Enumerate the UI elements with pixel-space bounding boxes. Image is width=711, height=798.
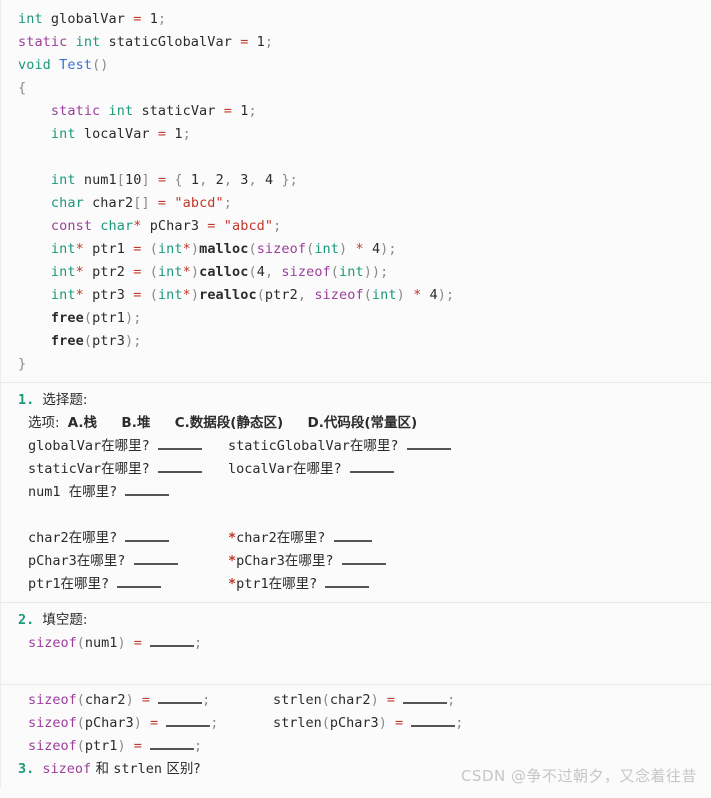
q1-row1-right-label: localVar在哪里? bbox=[228, 461, 342, 477]
code-line: int globalVar = 1; bbox=[18, 11, 167, 27]
q1-ptr0-left: char2在哪里? bbox=[28, 527, 228, 550]
question-1-pointer-row: pChar3在哪里? *pChar3在哪里? bbox=[1, 550, 711, 573]
code-line: int* ptr1 = (int*)malloc(sizeof(int) * 4… bbox=[50, 241, 397, 257]
question-1-pointer-row: char2在哪里? *char2在哪里? bbox=[1, 527, 711, 550]
answer-blank[interactable] bbox=[125, 484, 170, 496]
answer-blank[interactable] bbox=[341, 553, 386, 565]
answer-blank[interactable] bbox=[166, 715, 211, 727]
answer-blank[interactable] bbox=[158, 692, 203, 704]
code-line: int num1[10] = { 1, 2, 3, 4 }; bbox=[50, 172, 298, 188]
answer-blank[interactable] bbox=[117, 576, 162, 588]
question-2-row: sizeof(pChar3) = ; strlen(pChar3) = ; bbox=[1, 712, 711, 735]
q1-ptr1-left-label: pChar3在哪里? bbox=[28, 553, 126, 569]
q1-row0-left: globalVar在哪里? bbox=[28, 435, 228, 458]
question-1-block: 1. 选择题: 选项: A.栈 B.堆 C.数据段(静态区) D.代码段(常量区… bbox=[0, 382, 711, 602]
q1-row0-right-label: staticGlobalVar在哪里? bbox=[228, 438, 399, 454]
q1-ptr1-right-label: pChar3在哪里? bbox=[236, 553, 334, 569]
question-2-block-bottom: sizeof(char2) = ; strlen(char2) = ; sizeo… bbox=[0, 684, 711, 787]
code-line: int* ptr2 = (int*)calloc(4, sizeof(int))… bbox=[50, 264, 389, 280]
q2-row2-right: strlen(pChar3) = ; bbox=[273, 715, 464, 731]
question-1-heading: 1. 选择题: bbox=[1, 389, 711, 412]
q1-row1-right: localVar在哪里? bbox=[228, 461, 394, 477]
q3-sizeof: sizeof bbox=[42, 761, 92, 777]
answer-blank[interactable] bbox=[133, 553, 178, 565]
question-2-title: 填空题: bbox=[42, 612, 88, 628]
answer-blank[interactable] bbox=[333, 530, 372, 542]
answer-blank[interactable] bbox=[157, 438, 202, 450]
q2-row1-right: strlen(char2) = ; bbox=[273, 692, 456, 708]
question-1-row: globalVar在哪里? staticGlobalVar在哪里? bbox=[1, 435, 711, 458]
answer-blank[interactable] bbox=[125, 530, 170, 542]
code-line: } bbox=[18, 356, 27, 372]
question-3-heading: 3. sizeof 和 strlen 区别? bbox=[1, 758, 711, 781]
option-b: B.堆 bbox=[121, 415, 151, 431]
q1-row0-left-label: globalVar在哪里? bbox=[28, 438, 150, 454]
question-3-number: 3. bbox=[18, 761, 35, 777]
question-2-row: sizeof(ptr1) = ; bbox=[28, 738, 203, 754]
question-1-options: 选项: A.栈 B.堆 C.数据段(静态区) D.代码段(常量区) bbox=[1, 412, 711, 435]
question-2-row: sizeof(char2) = ; strlen(char2) = ; bbox=[1, 689, 711, 712]
code-line: const char* pChar3 = "abcd"; bbox=[50, 218, 282, 234]
answer-blank[interactable] bbox=[406, 438, 451, 450]
answer-blank[interactable] bbox=[325, 576, 370, 588]
sizeof-keyword: sizeof bbox=[28, 635, 77, 651]
q1-row1-left: staticVar在哪里? bbox=[28, 458, 228, 481]
q1-ptr2-right: *ptr1在哪里? bbox=[228, 576, 370, 592]
code-line: { bbox=[18, 80, 27, 96]
q1-ptr0-right: *char2在哪里? bbox=[228, 530, 372, 546]
answer-blank[interactable] bbox=[403, 692, 448, 704]
question-1-title: 选择题: bbox=[42, 392, 88, 408]
question-1-row: num1 在哪里? bbox=[1, 481, 711, 504]
code-block: int globalVar = 1; static int staticGlob… bbox=[0, 0, 711, 382]
q1-ptr2-right-label: ptr1在哪里? bbox=[236, 576, 318, 592]
q1-ptr0-left-label: char2在哪里? bbox=[28, 530, 118, 546]
question-1-number: 1. bbox=[18, 392, 35, 408]
page-root: int globalVar = 1; static int staticGlob… bbox=[0, 0, 711, 798]
q2-row1-left: sizeof(char2) = ; bbox=[28, 692, 211, 708]
option-a: A.栈 bbox=[67, 415, 98, 431]
answer-blank[interactable] bbox=[349, 461, 394, 473]
answer-blank[interactable] bbox=[411, 715, 456, 727]
q1-row0-right: staticGlobalVar在哪里? bbox=[228, 438, 451, 454]
question-2-heading: 2. 填空题: bbox=[1, 609, 711, 632]
q1-ptr0-right-label: char2在哪里? bbox=[236, 530, 326, 546]
q1-row1-left-label: staticVar在哪里? bbox=[28, 461, 150, 477]
code-line: void Test() bbox=[18, 57, 109, 73]
code-line: int* ptr3 = (int*)realloc(ptr2, sizeof(i… bbox=[50, 287, 455, 303]
q1-ptr2-left: ptr1在哪里? bbox=[28, 573, 228, 596]
option-c: C.数据段(静态区) bbox=[174, 415, 284, 431]
code-line: char char2[] = "abcd"; bbox=[50, 195, 232, 211]
q1-ptr2-left-label: ptr1在哪里? bbox=[28, 576, 110, 592]
question-2-block-top: 2. 填空题: sizeof(num1) = ; bbox=[0, 602, 711, 684]
option-d: D.代码段(常量区) bbox=[307, 415, 418, 431]
options-label: 选项: bbox=[28, 415, 60, 431]
code-line: int localVar = 1; bbox=[50, 126, 191, 142]
code-line: free(ptr1); bbox=[50, 310, 142, 326]
asterisk-prefix: * bbox=[228, 530, 237, 546]
q3-conjunction: 和 bbox=[91, 761, 114, 777]
code-line: static int staticVar = 1; bbox=[50, 103, 257, 119]
code-line: free(ptr3); bbox=[50, 333, 142, 349]
answer-blank[interactable] bbox=[157, 461, 202, 473]
q3-suffix: 区别? bbox=[162, 761, 201, 777]
question-2-number: 2. bbox=[18, 612, 35, 628]
question-2-row: sizeof(num1) = ; bbox=[28, 635, 203, 651]
question-1-row: staticVar在哪里? localVar在哪里? bbox=[1, 458, 711, 481]
answer-blank[interactable] bbox=[150, 738, 194, 750]
q1-row2-left-label: num1 在哪里? bbox=[28, 484, 118, 500]
q1-ptr1-right: *pChar3在哪里? bbox=[228, 553, 386, 569]
answer-blank[interactable] bbox=[150, 635, 194, 647]
asterisk-prefix: * bbox=[228, 576, 237, 592]
question-1-pointer-row: ptr1在哪里? *ptr1在哪里? bbox=[1, 573, 711, 596]
asterisk-prefix: * bbox=[228, 553, 237, 569]
q2-row2-left: sizeof(pChar3) = ; bbox=[28, 715, 219, 731]
code-line: static int staticGlobalVar = 1; bbox=[18, 34, 274, 50]
q3-strlen: strlen bbox=[113, 761, 163, 777]
q1-ptr1-left: pChar3在哪里? bbox=[28, 550, 228, 573]
